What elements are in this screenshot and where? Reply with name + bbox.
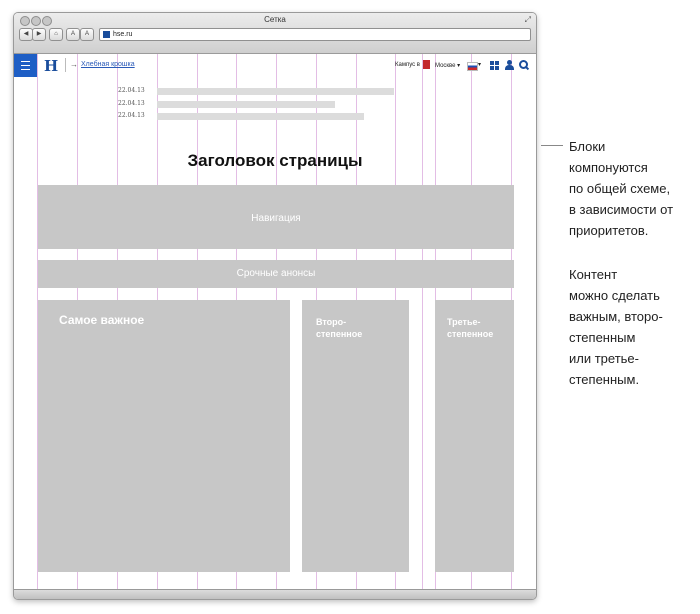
annotation-blocks-text: Блоки компонуются по общей схеме, в зави… (569, 139, 674, 238)
hamburger-icon (21, 61, 30, 62)
browser-window: Сетка ⤢ ◀ ▶ ⌂ A A hse.ru Н → Хлебная кро… (13, 12, 537, 600)
navigation-block-label: Навигация (251, 213, 301, 224)
search-icon[interactable] (519, 60, 530, 71)
apps-grid-icon[interactable] (490, 61, 499, 70)
news-date: 22.04.13 (118, 100, 145, 107)
page-title: Заголовок страницы (187, 151, 363, 170)
news-date: 22.04.13 (118, 112, 145, 119)
secondary-block-label: Второ- степенное (316, 317, 363, 339)
user-icon[interactable] (505, 60, 514, 70)
breadcrumb-link[interactable]: Хлебная крошка (81, 61, 135, 68)
urgent-block-label: Срочные анонсы (236, 268, 316, 279)
menu-button[interactable] (14, 54, 37, 77)
primary-block-label: Самое важное (59, 313, 145, 327)
moscow-emblem-icon (423, 60, 430, 69)
fullscreen-icon[interactable]: ⤢ (525, 15, 531, 25)
back-button[interactable]: ◀ (19, 28, 33, 41)
hamburger-icon-line (21, 69, 30, 70)
language-flag-icon[interactable] (467, 62, 478, 71)
secondary-content-block[interactable]: Второ- степенное (302, 300, 409, 572)
news-date: 22.04.13 (118, 87, 145, 94)
primary-content-block[interactable]: Самое важное (38, 300, 290, 572)
address-bar[interactable]: hse.ru (99, 28, 531, 41)
browser-titlebar: Сетка ⤢ ◀ ▶ ⌂ A A hse.ru (14, 13, 536, 54)
text-bigger-button[interactable]: A (80, 28, 94, 41)
url-text: hse.ru (113, 31, 133, 38)
chevron-down-icon: ▾ (457, 63, 461, 69)
window-title: Сетка (264, 15, 286, 24)
header-divider (65, 58, 66, 72)
home-button[interactable]: ⌂ (49, 28, 63, 41)
breadcrumb-arrow-icon: → (70, 60, 78, 69)
grid-guide (422, 54, 423, 589)
city-label: Москве (435, 63, 456, 69)
urgent-announcements-block[interactable]: Срочные анонсы (38, 260, 514, 288)
campus-label: Кампус в (395, 62, 420, 68)
page-content: Н → Хлебная крошка Кампус в Москве ▾ ▾ 2… (14, 54, 536, 589)
news-headline-placeholder[interactable] (157, 101, 335, 108)
campus-city-selector[interactable]: Москве ▾ (435, 62, 460, 69)
browser-status-bar (14, 589, 536, 599)
tertiary-content-block[interactable]: Третье- степенное (435, 300, 514, 572)
favicon-icon (103, 31, 110, 38)
hamburger-icon-line (21, 65, 30, 66)
navigation-block[interactable]: Навигация (38, 185, 514, 249)
hse-logo[interactable]: Н (44, 57, 58, 75)
annotation-leader-line (541, 145, 563, 146)
annotation-content-text: Контент можно сделать важным, второ- сте… (569, 267, 663, 387)
language-chevron-icon[interactable]: ▾ (478, 61, 481, 68)
forward-button[interactable]: ▶ (32, 28, 46, 41)
news-headline-placeholder[interactable] (157, 88, 394, 95)
text-smaller-button[interactable]: A (66, 28, 80, 41)
tertiary-block-label: Третье- степенное (447, 317, 494, 339)
news-headline-placeholder[interactable] (157, 113, 364, 120)
